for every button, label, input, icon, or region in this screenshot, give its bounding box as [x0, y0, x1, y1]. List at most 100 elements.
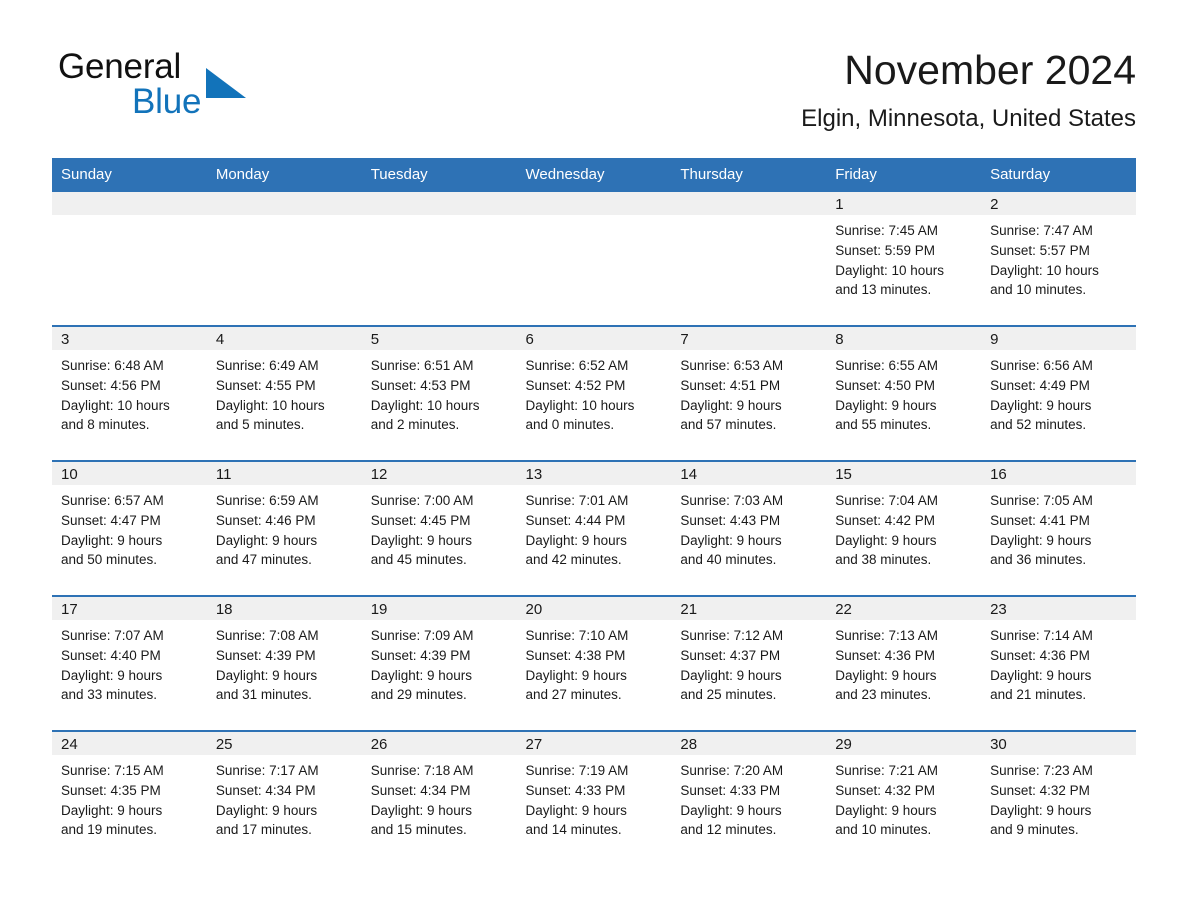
calendar-day[interactable]: 28 Sunrise: 7:20 AM Sunset: 4:33 PM Dayligh… [671, 732, 827, 865]
day-sun-info: Sunrise: 7:15 AM Sunset: 4:35 PM Daylight:… [52, 755, 207, 840]
calendar-cell: 9 Sunrise: 6:56 AM Sunset: 4:49 PM Daylight… [981, 325, 1136, 461]
sunrise-time: Sunrise: 7:14 AM [990, 628, 1093, 643]
calendar-day[interactable]: 24 Sunrise: 7:15 AM Sunset: 4:35 PM Dayligh… [52, 732, 207, 865]
day-number: 7 [671, 327, 827, 350]
calendar-day[interactable]: 9 Sunrise: 6:56 AM Sunset: 4:49 PM Daylight… [981, 327, 1136, 460]
daylight-duration-line1: Daylight: 10 hours [215, 397, 325, 413]
daylight-duration-line1: Daylight: 9 hours [370, 802, 472, 818]
daylight-duration-line1: Daylight: 10 hours [835, 262, 945, 278]
sunset-time: Sunset: 4:33 PM [680, 782, 781, 798]
daylight-duration-line1: Daylight: 9 hours [680, 802, 782, 818]
calendar-day[interactable]: 17 Sunrise: 7:07 AM Sunset: 4:40 PM Dayligh… [52, 597, 207, 730]
sunset-time: Sunset: 5:59 PM [835, 242, 936, 258]
day-number: 27 [516, 732, 672, 755]
sunrise-time: Sunrise: 7:05 AM [990, 493, 1093, 508]
calendar-day[interactable]: 12 Sunrise: 7:00 AM Sunset: 4:45 PM Dayligh… [361, 462, 517, 595]
day-number: 25 [206, 732, 362, 755]
day-number: 10 [52, 462, 207, 485]
day-number: 12 [361, 462, 517, 485]
day-sun-info: Sunrise: 7:05 AM Sunset: 4:41 PM Daylight:… [981, 485, 1136, 570]
calendar-day[interactable]: 25 Sunrise: 7:17 AM Sunset: 4:34 PM Dayligh… [206, 732, 362, 865]
day-sun-info: Sunrise: 6:51 AM Sunset: 4:53 PM Daylight:… [362, 350, 517, 435]
sunset-time: Sunset: 4:45 PM [370, 512, 471, 528]
daylight-duration-line2: and 9 minutes. [990, 822, 1079, 838]
daylight-duration-line2: and 0 minutes. [525, 417, 615, 433]
sunrise-time: Sunrise: 6:53 AM [680, 358, 784, 373]
calendar-week-row: 10 Sunrise: 6:57 AM Sunset: 4:47 PM Dayligh… [52, 460, 1136, 596]
calendar-day[interactable]: 22 Sunrise: 7:13 AM Sunset: 4:36 PM Dayligh… [826, 597, 982, 730]
calendar-cell: 25 Sunrise: 7:17 AM Sunset: 4:34 PM Dayligh… [206, 730, 362, 865]
calendar-week-row: 3 Sunrise: 6:48 AM Sunset: 4:56 PM Daylight… [52, 325, 1136, 461]
day-number: 9 [981, 327, 1136, 350]
sunset-time: Sunset: 4:32 PM [990, 782, 1090, 798]
calendar-day[interactable]: 23 Sunrise: 7:14 AM Sunset: 4:36 PM Dayligh… [981, 597, 1136, 730]
daylight-duration-line2: and 13 minutes. [835, 282, 932, 298]
calendar-cell: 27 Sunrise: 7:19 AM Sunset: 4:33 PM Dayligh… [516, 730, 672, 865]
calendar-day[interactable]: 14 Sunrise: 7:03 AM Sunset: 4:43 PM Dayligh… [671, 462, 827, 595]
sunset-time: Sunset: 4:35 PM [61, 782, 161, 798]
day-sun-info: Sunrise: 7:09 AM Sunset: 4:39 PM Daylight:… [362, 620, 517, 705]
sunset-time: Sunset: 4:55 PM [215, 377, 316, 393]
weekday-header-thursday: Thursday [671, 158, 827, 192]
day-sun-info: Sunrise: 6:48 AM Sunset: 4:56 PM Daylight:… [52, 350, 207, 435]
calendar-day[interactable]: 5 Sunrise: 6:51 AM Sunset: 4:53 PM Daylight… [361, 327, 517, 460]
day-number: 8 [826, 327, 982, 350]
day-sun-info: Sunrise: 7:23 AM Sunset: 4:32 PM Daylight:… [981, 755, 1136, 840]
calendar-cell: 4 Sunrise: 6:49 AM Sunset: 4:55 PM Daylight… [206, 325, 362, 461]
daylight-duration-line2: and 33 minutes. [61, 687, 158, 703]
day-number: 24 [52, 732, 207, 755]
calendar-day[interactable]: 1 Sunrise: 7:45 AM Sunset: 5:59 PM Daylight… [826, 192, 982, 325]
sunrise-time: Sunrise: 7:07 AM [61, 628, 164, 643]
sunset-time: Sunset: 4:40 PM [61, 647, 161, 663]
day-sun-info: Sunrise: 6:53 AM Sunset: 4:51 PM Daylight:… [671, 350, 826, 435]
daylight-duration-line2: and 57 minutes. [680, 417, 777, 433]
calendar-day[interactable]: 15 Sunrise: 7:04 AM Sunset: 4:42 PM Dayligh… [826, 462, 982, 595]
day-number: 18 [206, 597, 362, 620]
calendar-day[interactable]: 2 Sunrise: 7:47 AM Sunset: 5:57 PM Daylight… [981, 192, 1136, 325]
calendar-day[interactable]: 10 Sunrise: 6:57 AM Sunset: 4:47 PM Dayligh… [52, 462, 207, 595]
calendar-cell: 24 Sunrise: 7:15 AM Sunset: 4:35 PM Dayligh… [52, 730, 207, 865]
sunset-time: Sunset: 4:36 PM [835, 647, 936, 663]
calendar-day[interactable]: 6 Sunrise: 6:52 AM Sunset: 4:52 PM Daylight… [516, 327, 672, 460]
daylight-duration-line2: and 36 minutes. [990, 552, 1087, 568]
daylight-duration-line1: Daylight: 9 hours [370, 667, 472, 683]
calendar-day[interactable]: 4 Sunrise: 6:49 AM Sunset: 4:55 PM Daylight… [206, 327, 362, 460]
calendar-day[interactable]: 21 Sunrise: 7:12 AM Sunset: 4:37 PM Dayligh… [671, 597, 827, 730]
calendar-day[interactable]: 30 Sunrise: 7:23 AM Sunset: 4:32 PM Dayligh… [981, 732, 1136, 865]
daylight-duration-line1: Daylight: 9 hours [680, 667, 782, 683]
calendar-day[interactable]: 16 Sunrise: 7:05 AM Sunset: 4:41 PM Dayligh… [981, 462, 1136, 595]
calendar-day[interactable]: 26 Sunrise: 7:18 AM Sunset: 4:34 PM Dayligh… [361, 732, 517, 865]
sunset-time: Sunset: 4:47 PM [61, 512, 161, 528]
sunrise-time: Sunrise: 7:04 AM [835, 493, 939, 508]
sunset-time: Sunset: 4:37 PM [680, 647, 781, 663]
calendar-day[interactable]: 20 Sunrise: 7:10 AM Sunset: 4:38 PM Dayligh… [516, 597, 672, 730]
day-number: 6 [516, 327, 672, 350]
daylight-duration-line2: and 55 minutes. [835, 417, 932, 433]
daylight-duration-line1: Daylight: 9 hours [370, 532, 472, 548]
calendar-cell: 7 Sunrise: 6:53 AM Sunset: 4:51 PM Daylight… [671, 325, 827, 461]
calendar-day[interactable]: 3 Sunrise: 6:48 AM Sunset: 4:56 PM Daylight… [52, 327, 207, 460]
sunrise-time: Sunrise: 6:59 AM [215, 493, 319, 508]
day-sun-info: Sunrise: 7:19 AM Sunset: 4:33 PM Daylight:… [517, 755, 672, 840]
calendar-day[interactable]: 29 Sunrise: 7:21 AM Sunset: 4:32 PM Dayligh… [826, 732, 982, 865]
weekday-header-monday: Monday [206, 158, 362, 192]
sunset-time: Sunset: 4:46 PM [215, 512, 316, 528]
calendar-cell: 23 Sunrise: 7:14 AM Sunset: 4:36 PM Dayligh… [981, 595, 1136, 731]
calendar-cell: 28 Sunrise: 7:20 AM Sunset: 4:33 PM Dayligh… [671, 730, 827, 865]
calendar-cell: 18 Sunrise: 7:08 AM Sunset: 4:39 PM Dayligh… [206, 595, 362, 731]
daylight-duration-line1: Daylight: 9 hours [990, 667, 1092, 683]
calendar-day[interactable]: 19 Sunrise: 7:09 AM Sunset: 4:39 PM Dayligh… [361, 597, 517, 730]
calendar-cell [671, 192, 827, 326]
day-number: 14 [671, 462, 827, 485]
calendar-day[interactable]: 27 Sunrise: 7:19 AM Sunset: 4:33 PM Dayligh… [516, 732, 672, 865]
day-number: 28 [671, 732, 827, 755]
day-number: 4 [206, 327, 362, 350]
calendar-header-row: Sunday Monday Tuesday Wednesday Thursday… [52, 158, 1136, 192]
calendar-day[interactable]: 8 Sunrise: 6:55 AM Sunset: 4:50 PM Daylight… [826, 327, 982, 460]
calendar-day[interactable]: 11 Sunrise: 6:59 AM Sunset: 4:46 PM Dayligh… [206, 462, 362, 595]
daylight-duration-line2: and 15 minutes. [370, 822, 467, 838]
calendar-day[interactable]: 7 Sunrise: 6:53 AM Sunset: 4:51 PM Daylight… [671, 327, 827, 460]
calendar-day[interactable]: 18 Sunrise: 7:08 AM Sunset: 4:39 PM Dayligh… [206, 597, 362, 730]
daylight-duration-line1: Daylight: 9 hours [835, 397, 937, 413]
calendar-day[interactable]: 13 Sunrise: 7:01 AM Sunset: 4:44 PM Dayligh… [516, 462, 672, 595]
